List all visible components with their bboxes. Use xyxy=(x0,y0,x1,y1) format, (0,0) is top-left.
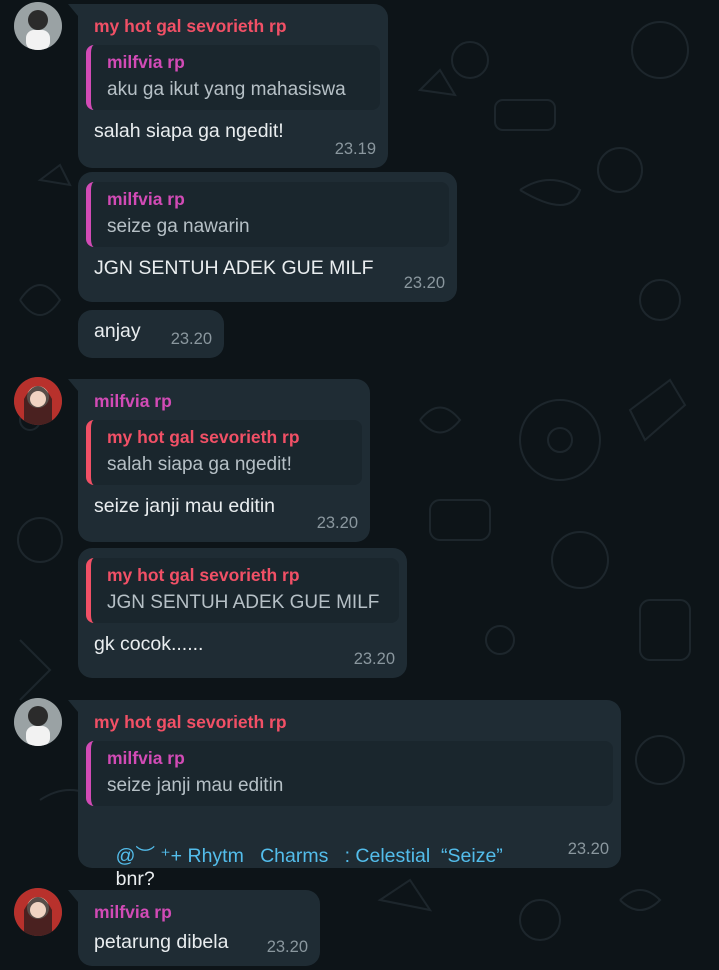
message-text: salah siapa ga ngedit! xyxy=(94,120,284,142)
quoted-message[interactable]: milfvia rp seize ga nawarin xyxy=(86,182,449,247)
quote-text: seize ga nawarin xyxy=(107,216,250,237)
avatar-milfvia[interactable] xyxy=(14,377,62,425)
quote-sender: milfvia rp xyxy=(107,748,185,768)
quote-sender: my hot gal sevorieth rp xyxy=(107,565,300,585)
quote-text: seize janji mau editin xyxy=(107,775,284,796)
message-bubble[interactable]: milfvia rp petarung dibela 23.20 xyxy=(68,890,320,966)
quote-text: JGN SENTUH ADEK GUE MILF xyxy=(107,592,380,613)
quote-text: salah siapa ga ngedit! xyxy=(107,454,292,475)
mention-link[interactable]: @︶ ⁺+ Rhytm Charms : Celestial “Seize” xyxy=(116,845,503,867)
quote-sender: my hot gal sevorieth rp xyxy=(107,427,300,447)
message-bubble[interactable]: anjay 23.20 xyxy=(78,310,224,358)
quote-sender: milfvia rp xyxy=(107,189,185,209)
avatar-image xyxy=(14,698,62,746)
message-bubble[interactable]: my hot gal sevorieth rp milfvia rp seize… xyxy=(68,700,621,890)
message-text: seize janji mau editin xyxy=(94,495,276,517)
message-text: petarung dibela xyxy=(94,931,229,953)
avatar-milfvia[interactable] xyxy=(14,888,62,936)
message-time: 23.20 xyxy=(353,650,395,668)
message-bubble[interactable]: my hot gal sevorieth rp milfvia rp aku g… xyxy=(68,4,388,168)
message-time: 23.20 xyxy=(403,274,445,292)
message-time: 23.20 xyxy=(316,514,358,532)
message-bubble[interactable]: milfvia rp my hot gal sevorieth rp salah… xyxy=(68,379,370,542)
message-text: anjay xyxy=(94,320,141,342)
avatar-sevorieth[interactable] xyxy=(14,2,62,50)
message-text: JGN SENTUH ADEK GUE MILF xyxy=(94,257,374,279)
message-time: 23.19 xyxy=(334,140,376,158)
quote-sender: milfvia rp xyxy=(107,52,185,72)
message-text: gk cocok...... xyxy=(94,633,204,655)
message-time: 23.20 xyxy=(266,938,308,956)
message-text: bnr? xyxy=(115,868,155,890)
sender-name[interactable]: my hot gal sevorieth rp xyxy=(94,16,380,37)
message-time: 23.20 xyxy=(567,840,609,858)
quoted-message[interactable]: milfvia rp seize janji mau editin xyxy=(86,741,613,806)
sender-name[interactable]: milfvia rp xyxy=(94,902,312,923)
sender-name[interactable]: milfvia rp xyxy=(94,391,362,412)
quote-text: aku ga ikut yang mahasiswa xyxy=(107,79,346,100)
sender-name[interactable]: my hot gal sevorieth rp xyxy=(94,712,613,733)
message-time: 23.20 xyxy=(170,330,212,348)
quoted-message[interactable]: my hot gal sevorieth rp JGN SENTUH ADEK … xyxy=(86,558,399,623)
avatar-image xyxy=(14,377,62,425)
quoted-message[interactable]: milfvia rp aku ga ikut yang mahasiswa xyxy=(86,45,380,110)
message-bubble[interactable]: my hot gal sevorieth rp JGN SENTUH ADEK … xyxy=(78,548,407,678)
message-bubble[interactable]: milfvia rp seize ga nawarin JGN SENTUH A… xyxy=(78,172,457,302)
avatar-sevorieth[interactable] xyxy=(14,698,62,746)
quoted-message[interactable]: my hot gal sevorieth rp salah siapa ga n… xyxy=(86,420,362,485)
avatar-image xyxy=(14,888,62,936)
avatar-image xyxy=(14,2,62,50)
